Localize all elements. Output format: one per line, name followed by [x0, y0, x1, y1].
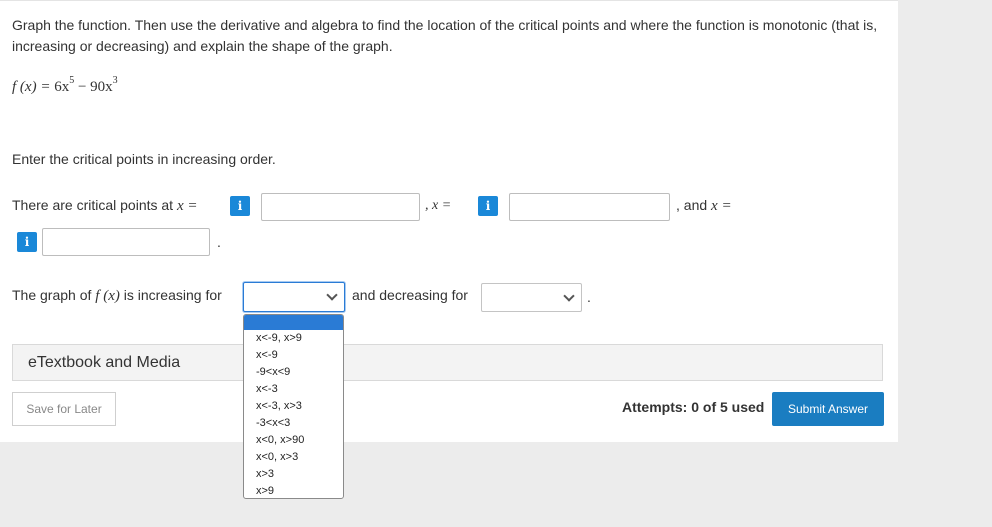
info-icon[interactable]: i [17, 232, 37, 252]
critical-point-1-input[interactable] [261, 193, 420, 221]
dropdown-option[interactable]: x>9 [244, 483, 343, 498]
critical-separator-2: , x = [425, 198, 452, 213]
question-prompt: Graph the function. Then use the derivat… [12, 17, 878, 54]
dropdown-option[interactable]: x<-9, x>9 [244, 330, 343, 347]
function-name: f (x) = [12, 79, 55, 95]
function-term-1: 6x [54, 79, 70, 95]
increasing-dropdown-list[interactable]: x<-9, x>9 x<-9 -9<x<9 x<-3 x<-3, x>3 -3<… [243, 314, 344, 499]
function-display: f (x) = 6x5 − 90x3 [12, 75, 118, 96]
critical-point-3-input[interactable] [42, 228, 210, 256]
dropdown-option[interactable]: x<-9 [244, 347, 343, 364]
chevron-down-icon [563, 290, 575, 302]
save-for-later-button[interactable]: Save for Later [12, 392, 116, 426]
attempts-counter: Attempts: 0 of 5 used [622, 399, 765, 415]
critical-period: . [217, 234, 221, 250]
function-exp-1: 5 [69, 75, 75, 86]
dropdown-option[interactable]: x<-3, x>3 [244, 398, 343, 415]
instruction-text: Enter the critical points in increasing … [12, 151, 276, 167]
critical-points-label: There are critical points at x = [12, 197, 198, 214]
function-exp-2: 3 [112, 75, 118, 86]
etextbook-media-panel[interactable]: eTextbook and Media [12, 344, 883, 381]
monotonic-period: . [587, 289, 591, 305]
critical-separator-3: , and x = [676, 197, 732, 214]
dropdown-option[interactable]: x<0, x>90 [244, 432, 343, 449]
dropdown-option[interactable]: -3<x<3 [244, 415, 343, 432]
dropdown-option[interactable]: x>3 [244, 466, 343, 483]
decreasing-label: and decreasing for [352, 287, 468, 303]
dropdown-option[interactable]: x<0, x>3 [244, 449, 343, 466]
question-card: Graph the function. Then use the derivat… [0, 0, 898, 499]
etextbook-media-label: eTextbook and Media [28, 354, 181, 371]
decreasing-select[interactable] [481, 283, 582, 312]
dropdown-highlighted-option[interactable] [244, 315, 343, 330]
monotonic-label: The graph of f (x) is increasing for [12, 287, 222, 304]
chevron-down-icon [326, 289, 338, 301]
critical-point-2-input[interactable] [509, 193, 670, 221]
dropdown-option[interactable]: -9<x<9 [244, 364, 343, 381]
dropdown-option[interactable]: x<-3 [244, 381, 343, 398]
info-icon[interactable]: i [230, 196, 250, 216]
dropdown-options: x<-9, x>9 x<-9 -9<x<9 x<-3 x<-3, x>3 -3<… [244, 330, 343, 498]
info-icon[interactable]: i [478, 196, 498, 216]
submit-answer-button[interactable]: Submit Answer [772, 392, 884, 426]
increasing-select[interactable] [243, 282, 345, 312]
function-term-2: − 90x [74, 79, 113, 95]
